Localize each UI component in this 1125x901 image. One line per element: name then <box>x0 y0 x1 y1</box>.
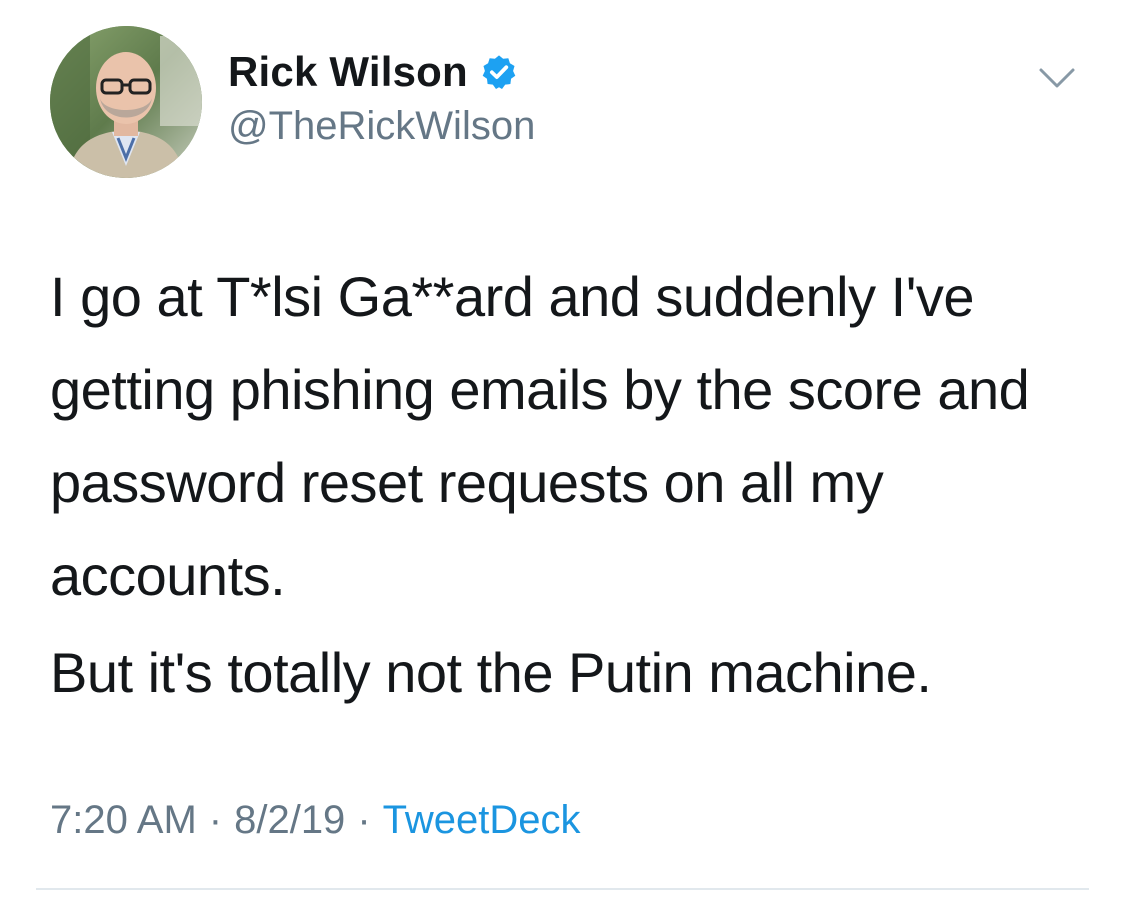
avatar[interactable] <box>50 26 202 178</box>
author-name-row[interactable]: Rick Wilson <box>228 46 518 98</box>
divider <box>36 888 1089 890</box>
chevron-down-icon[interactable] <box>1037 64 1077 94</box>
tweet-time[interactable]: 7:20 AM <box>50 798 197 843</box>
meta-separator: · <box>357 798 371 842</box>
tweet-date[interactable]: 8/2/19 <box>234 798 345 843</box>
profile-photo <box>50 26 202 178</box>
tweet-source-link[interactable]: TweetDeck <box>383 798 581 843</box>
tweet-meta: 7:20 AM · 8/2/19 · TweetDeck <box>50 798 581 843</box>
tweet-text: I go at T*lsi Ga**ard and suddenly I've … <box>50 250 1090 719</box>
tweet-paragraph: I go at T*lsi Ga**ard and suddenly I've … <box>50 265 1030 607</box>
verified-badge-icon <box>482 55 516 89</box>
tweet-paragraph: But it's totally not the Putin machine. <box>50 641 932 704</box>
tweet-card: Rick Wilson @TheRickWilson I go at T*lsi… <box>0 0 1125 901</box>
meta-separator: · <box>208 798 223 842</box>
author-display-name[interactable]: Rick Wilson <box>228 48 468 96</box>
author-handle[interactable]: @TheRickWilson <box>228 104 535 149</box>
